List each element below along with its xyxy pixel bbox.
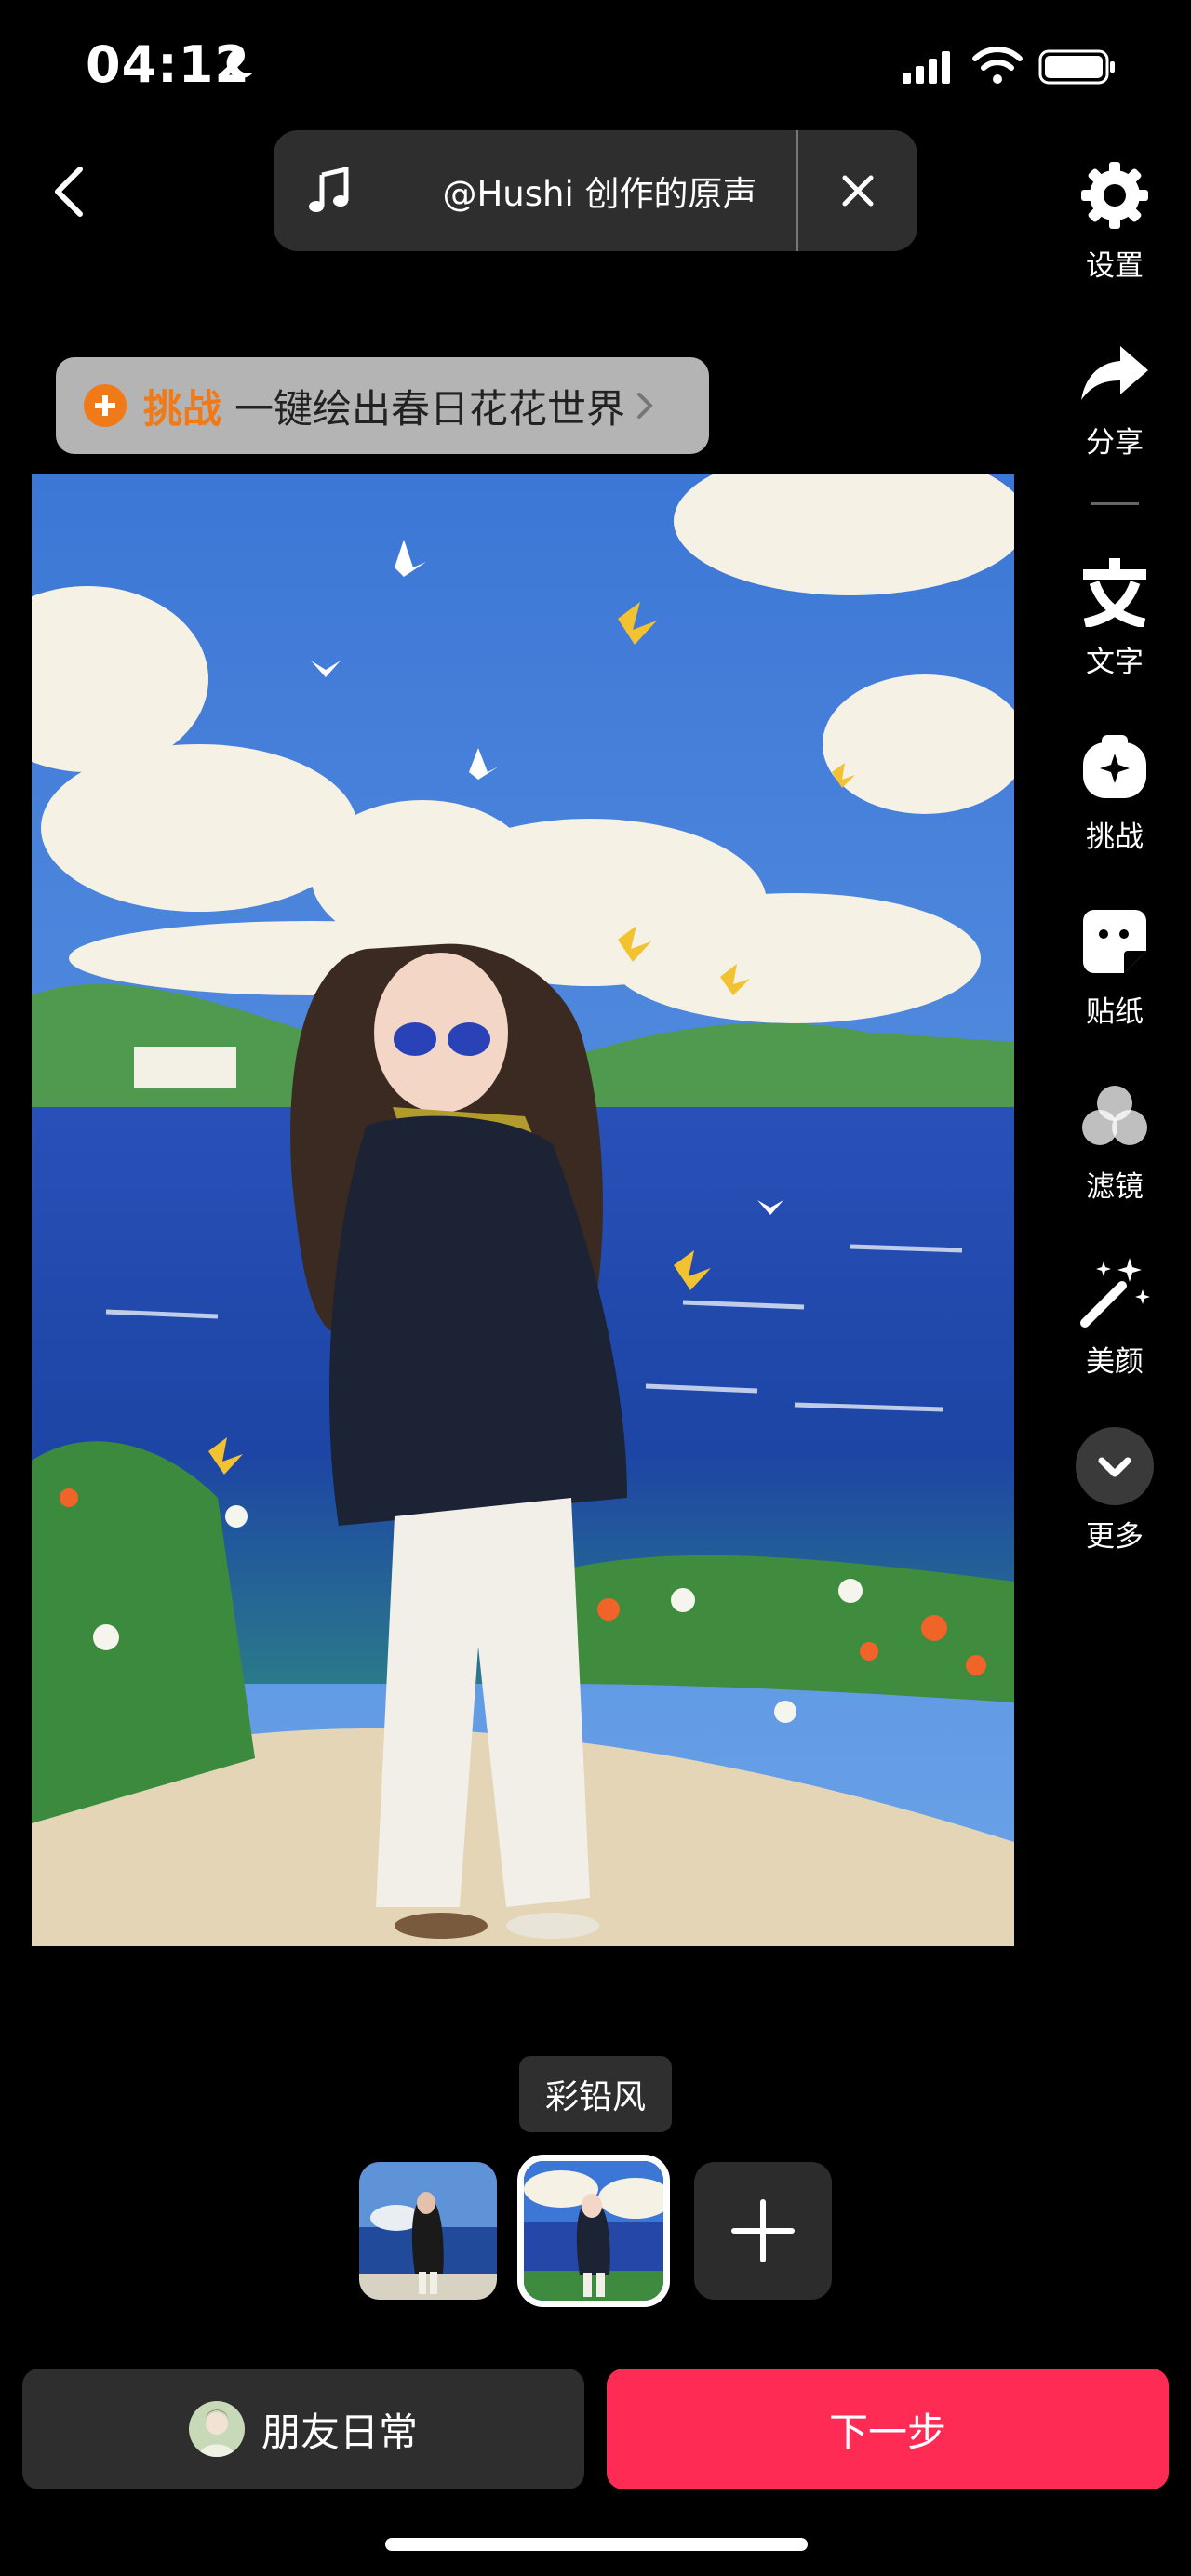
sticker-label: 贴纸 (1086, 995, 1144, 1029)
filter-icon (1076, 1077, 1154, 1155)
text-label: 文字 (1086, 646, 1144, 679)
friends-label: 朋友日常 (261, 2409, 418, 2455)
post-to-friends-button[interactable]: 朋友日常 (22, 2369, 584, 2489)
avatar (188, 2401, 245, 2457)
original-thumbnail[interactable] (359, 2162, 497, 2300)
settings-label: 设置 (1086, 249, 1144, 283)
music-note-icon (274, 130, 385, 251)
filter-button[interactable]: 滤镜 (1057, 1077, 1172, 1205)
signal-icon (903, 51, 950, 84)
sticker-button[interactable]: 贴纸 (1057, 902, 1172, 1030)
style-label: 彩铅风 (519, 2056, 672, 2132)
chevron-down-icon (1076, 1427, 1154, 1505)
challenge-label: 挑战 (1086, 821, 1144, 854)
more-button[interactable]: 更多 (1057, 1427, 1172, 1555)
settings-button[interactable]: 设置 (1057, 156, 1172, 284)
challenge-text: 一键绘出春日花花世界 (234, 385, 626, 432)
styled-thumbnail-selected[interactable] (517, 2155, 670, 2307)
gear-icon (1076, 156, 1154, 234)
plus-icon (731, 2199, 795, 2262)
chevron-left-icon (55, 167, 83, 217)
filter-label: 滤镜 (1086, 1170, 1144, 1204)
share-arrow-icon (1076, 333, 1154, 411)
beautify-label: 美颜 (1086, 1345, 1144, 1379)
share-button[interactable]: 分享 (1057, 333, 1172, 460)
challenge-tool-button[interactable]: 挑战 (1057, 727, 1172, 855)
chevron-right-icon (637, 393, 653, 419)
add-image-button[interactable] (694, 2162, 832, 2300)
toolbar-divider (1091, 502, 1139, 505)
music-selector[interactable]: @Hushi 创作的原声 (274, 130, 917, 251)
more-label: 更多 (1086, 1520, 1144, 1554)
sticker-icon (1076, 902, 1154, 981)
home-indicator[interactable] (385, 2538, 808, 2551)
magic-wand-icon (1076, 1252, 1154, 1330)
music-title[interactable]: @Hushi 创作的原声 (385, 166, 796, 216)
beautify-button[interactable]: 美颜 (1057, 1252, 1172, 1380)
share-label: 分享 (1086, 426, 1144, 460)
battery-icon (1038, 49, 1115, 85)
moon-icon (226, 47, 253, 78)
close-icon (842, 175, 874, 207)
challenge-banner[interactable]: 挑战 一键绘出春日花花世界 (56, 357, 709, 454)
challenge-tag: 挑战 (143, 385, 222, 432)
plus-circle-icon (84, 384, 127, 427)
text-icon (1076, 553, 1154, 631)
challenge-icon (1076, 727, 1154, 806)
remove-music-button[interactable] (798, 130, 917, 251)
back-button[interactable] (41, 158, 97, 225)
wifi-icon (972, 47, 1023, 84)
next-step-button[interactable]: 下一步 (607, 2369, 1169, 2489)
text-button[interactable]: 文字 (1057, 553, 1172, 680)
edited-photo[interactable] (32, 474, 1014, 1946)
